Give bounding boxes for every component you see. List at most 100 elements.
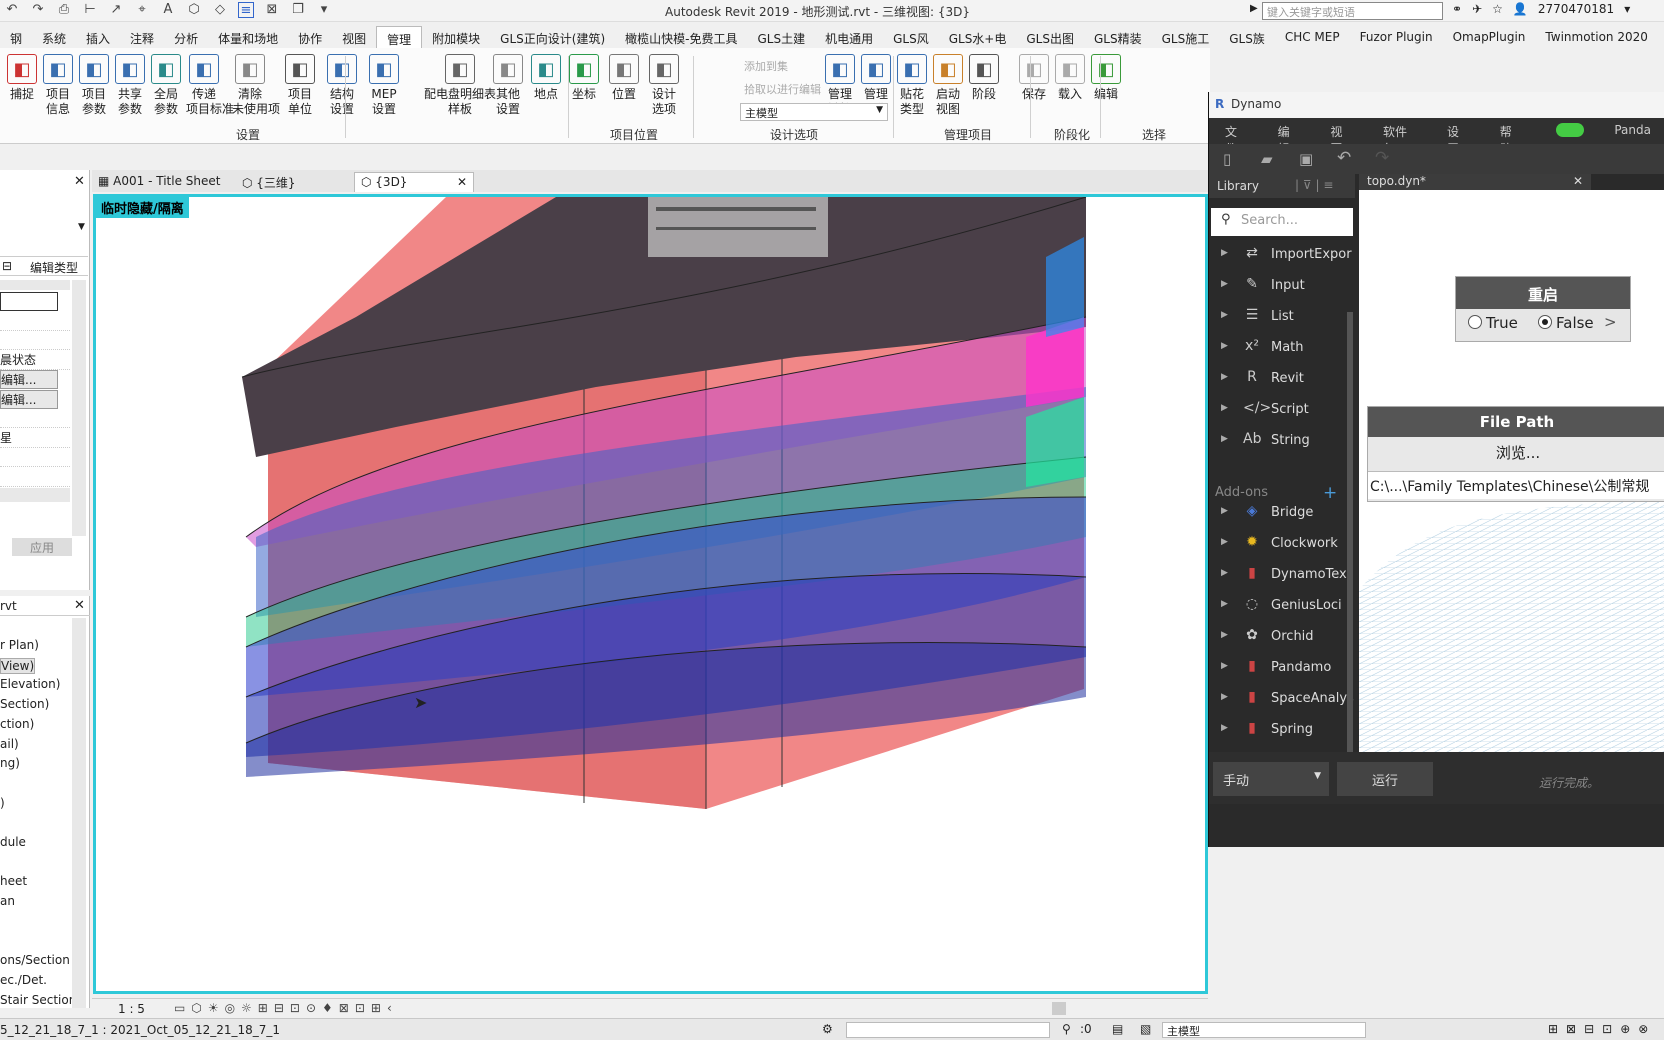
ribbon-tab[interactable]: 插入: [76, 26, 120, 48]
filter-icon[interactable]: ⚲: [1062, 1022, 1071, 1036]
property-row[interactable]: [0, 448, 70, 467]
ribbon-button[interactable]: ◧ 其他 设置: [490, 54, 526, 117]
ribbon-tab[interactable]: GLS出图: [1016, 26, 1084, 48]
ribbon-button[interactable]: ◧ 载入: [1052, 54, 1088, 102]
3d-viewport[interactable]: 临时隐藏/隔离 ➤: [93, 194, 1208, 994]
tab-title-sheet[interactable]: ▦ A001 - Title Sheet: [92, 172, 226, 192]
dimension-icon[interactable]: ↗: [108, 2, 124, 18]
undo-icon[interactable]: ↶: [4, 2, 20, 18]
chevron-down-icon[interactable]: ▼: [78, 222, 85, 232]
ribbon-tab[interactable]: 机电通用: [815, 26, 883, 48]
ribbon-tab[interactable]: 视图: [332, 26, 376, 48]
library-item[interactable]: ▶ ☰ List: [1209, 304, 1349, 334]
library-item[interactable]: ▶ ▮ DynamoText: [1209, 562, 1352, 592]
expand-icon[interactable]: ▶: [1221, 630, 1228, 640]
ribbon-tab[interactable]: 协作: [288, 26, 332, 48]
ribbon-button[interactable]: ◧ 传递 项目标准: [186, 54, 234, 117]
property-row[interactable]: 编辑...: [0, 389, 58, 409]
pick-to-edit-item[interactable]: 拾取以进行编辑: [744, 81, 821, 97]
topography-model[interactable]: [96, 197, 1205, 991]
property-row[interactable]: 编辑...: [0, 370, 58, 389]
expand-icon[interactable]: ▶: [1221, 434, 1228, 444]
property-row[interactable]: [0, 292, 58, 311]
ribbon-button[interactable]: ◧ 启动 视图: [930, 54, 966, 117]
edit-type-button[interactable]: 编辑类型: [30, 259, 78, 276]
search-expand-icon[interactable]: ▶: [1250, 3, 1258, 14]
library-item[interactable]: ▶ ◌ GeniusLoci: [1209, 593, 1349, 623]
save-icon[interactable]: ▣: [1299, 150, 1313, 168]
close-icon[interactable]: ✕: [457, 175, 467, 189]
output-port[interactable]: >: [1604, 313, 1617, 331]
search-input[interactable]: 键入关键字或短语: [1262, 2, 1443, 20]
close-icon[interactable]: ✕: [74, 598, 85, 613]
scrollbar[interactable]: [1347, 312, 1353, 752]
open-file-icon[interactable]: ▰: [1261, 150, 1273, 168]
design-options-icon[interactable]: ▤: [1112, 1022, 1123, 1036]
favorites-icon[interactable]: ☆: [1492, 2, 1503, 16]
menu-file[interactable]: 文件: [1209, 118, 1262, 156]
true-radio[interactable]: [1468, 315, 1482, 329]
library-item[interactable]: ▶ ▮ Spring: [1209, 717, 1349, 747]
property-row[interactable]: [0, 468, 70, 487]
file-path-node[interactable]: File Path 浏览... C:\...\Family Templates\…: [1367, 406, 1664, 502]
ribbon-tab[interactable]: Twinmotion 2020: [1535, 26, 1657, 48]
library-item[interactable]: ▶ R Revit: [1209, 366, 1349, 396]
thin-lines-icon[interactable]: ≡: [238, 2, 254, 18]
chevron-down-icon[interactable]: ▾: [1624, 2, 1630, 16]
ribbon-tab[interactable]: 管理: [376, 26, 423, 48]
expand-icon[interactable]: ▶: [1221, 506, 1228, 516]
ribbon-tab[interactable]: 附加模块: [422, 26, 490, 48]
ribbon-button[interactable]: ◧ 配电盘明细表 样板: [420, 54, 500, 117]
menu-help[interactable]: 帮助: [1484, 118, 1537, 156]
boolean-node-restart[interactable]: 重启 True False >: [1455, 276, 1631, 342]
scrollbar[interactable]: [72, 280, 86, 536]
library-item[interactable]: ▶ ✿ Orchid: [1209, 624, 1349, 654]
browse-button[interactable]: 浏览...: [1368, 437, 1664, 469]
graph-canvas[interactable]: 重启 True False > File Path 浏览... C:\...\F…: [1359, 190, 1664, 752]
library-item[interactable]: ▶ Ab String: [1209, 428, 1349, 458]
ribbon-tab[interactable]: 系统: [32, 26, 76, 48]
expand-icon[interactable]: ▶: [1221, 341, 1228, 351]
ribbon-button[interactable]: ◧ 项目 参数: [76, 54, 112, 117]
browser-item[interactable]: ction): [0, 717, 34, 731]
ribbon-button[interactable]: ◧ 位置: [606, 54, 642, 102]
ribbon-tab[interactable]: GLS族: [1219, 26, 1275, 48]
library-item[interactable]: ▶ x² Math: [1209, 335, 1349, 365]
library-item[interactable]: ▶ </> Script: [1209, 397, 1349, 427]
dynamo-window[interactable]: R Dynamo 文件 编辑 视图 软件包 设置 帮助 Panda ▯ ▰ ▣ …: [1208, 92, 1664, 847]
tag-icon[interactable]: ⌖: [134, 2, 150, 18]
exclude-options-icon[interactable]: ▧: [1140, 1022, 1151, 1036]
ribbon-button[interactable]: ◧ 清除 未使用项: [232, 54, 280, 117]
ribbon-tab[interactable]: GLS正向设计(建筑): [490, 26, 615, 48]
redo-icon[interactable]: ↷: [30, 2, 46, 18]
ribbon-tab[interactable]: Tw: [1658, 26, 1664, 48]
library-item[interactable]: ▶ ⇄ ImportExpor: [1209, 242, 1352, 272]
menu-settings[interactable]: 设置: [1431, 118, 1484, 156]
browser-item[interactable]: r Plan): [0, 638, 39, 652]
ribbon-button[interactable]: ◧ 捕捉: [4, 54, 40, 102]
library-item[interactable]: ▶ ▮ Pandamo: [1209, 655, 1349, 685]
user-name[interactable]: 2770470181: [1538, 2, 1614, 16]
library-item[interactable]: ▶ ▮ SpaceAnalys: [1209, 686, 1354, 716]
ribbon-button[interactable]: ◧ MEP 设置: [366, 54, 402, 117]
browser-item[interactable]: ): [0, 796, 5, 810]
print-icon[interactable]: ⎙: [56, 2, 72, 18]
connect-icon[interactable]: ✈: [1472, 2, 1482, 16]
new-file-icon[interactable]: ▯: [1223, 150, 1231, 168]
ribbon-tab[interactable]: GLS土建: [747, 26, 815, 48]
library-search-input[interactable]: Search...: [1211, 208, 1353, 236]
property-row[interactable]: [0, 312, 70, 331]
library-item[interactable]: ▶ ◈ Bridge: [1209, 500, 1349, 530]
ribbon-button[interactable]: ◧ 阶段: [966, 54, 1002, 102]
design-option-select[interactable]: 主模型 ▼: [740, 103, 888, 121]
undo-icon[interactable]: ↶: [1337, 148, 1351, 168]
user-icon[interactable]: 👤: [1513, 2, 1528, 16]
toggle-icon[interactable]: [1536, 118, 1598, 144]
section-icon[interactable]: ◇: [212, 2, 228, 18]
expand-icon[interactable]: ▶: [1221, 372, 1228, 382]
expand-icon[interactable]: ▶: [1221, 403, 1228, 413]
ribbon-tab[interactable]: Fuzor Plugin: [1350, 26, 1443, 48]
ribbon-button[interactable]: ◧ 结构 设置: [324, 54, 360, 117]
ribbon-tab[interactable]: 体量和场地: [208, 26, 288, 48]
design-option-status-select[interactable]: 主模型: [1162, 1022, 1366, 1038]
